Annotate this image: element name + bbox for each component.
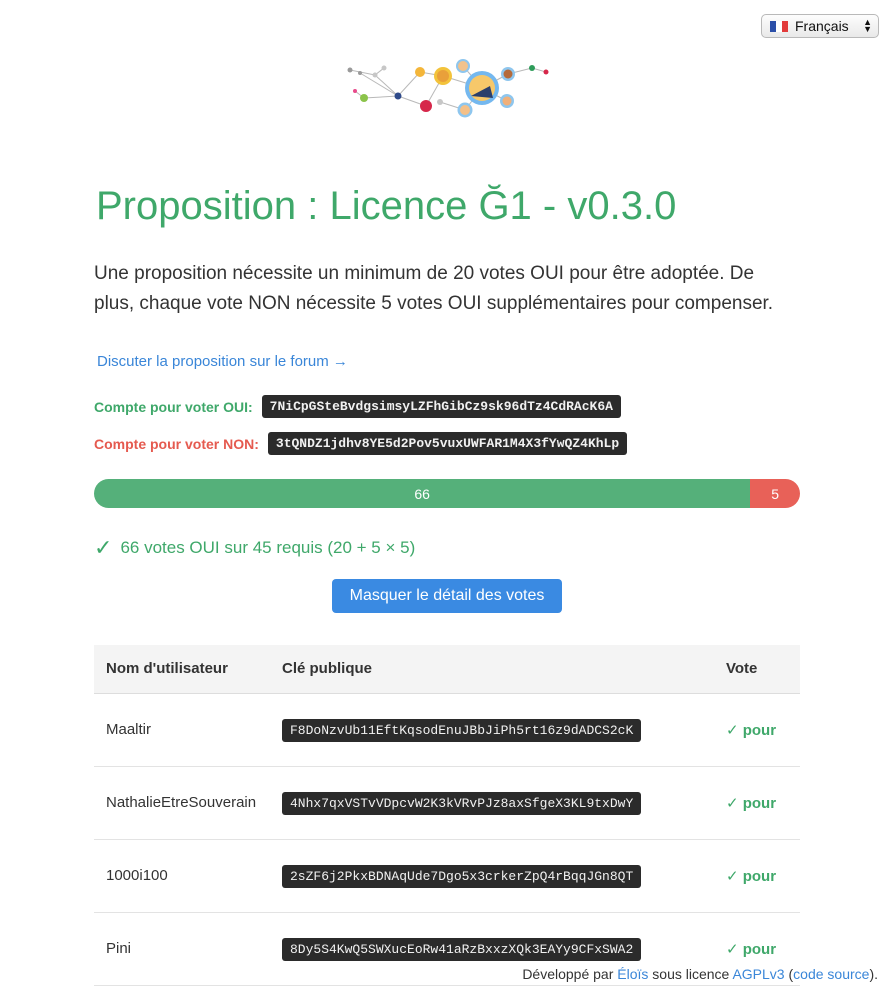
votes-table: Nom d'utilisateur Clé publique Vote Maal… (94, 645, 800, 986)
table-row: NathalieEtreSouverain 4Nhx7qxVSTvVDpcvW2… (94, 766, 800, 840)
row-username: Maaltir (94, 693, 270, 767)
yes-account-key[interactable]: 7NiCpGSteBvdgsimsyLZFhGibCz9sk96dTz4CdRA… (261, 395, 621, 418)
row-vote: ✓ pour (714, 766, 800, 840)
select-arrows-icon: ▲ ▼ (863, 17, 872, 34)
france-flag-icon (770, 20, 788, 32)
row-vote: ✓ pour (714, 839, 800, 913)
table-row: Maaltir F8DoNzvUb11EftKqsodEnuJBbJiPh5rt… (94, 693, 800, 767)
row-username: 1000i100 (94, 839, 270, 913)
no-account-key[interactable]: 3tQNDZ1jdhv8YE5d2Pov5vuxUWFAR1M4X3fYwQZ4… (267, 432, 628, 455)
footer-prefix: Développé par (522, 966, 614, 982)
vote-progress-bar: 66 5 (94, 479, 800, 508)
footer-middle: sous licence (652, 966, 730, 982)
intro-text: Une proposition nécessite un minimum de … (94, 263, 774, 314)
row-username: Pini (94, 912, 270, 986)
yes-account-row: Compte pour voter OUI: 7NiCpGSteBvdgsims… (94, 395, 621, 418)
check-icon: ✓ (94, 535, 113, 560)
table-row: 1000i100 2sZF6j2PkxBDNAqUde7Dgo5x3crkerZ… (94, 839, 800, 913)
row-username: NathalieEtreSouverain (94, 766, 270, 840)
footer-author-link[interactable]: Éloïs (617, 966, 648, 982)
page-title: Proposition : Licence Ğ1 - v0.3.0 (96, 184, 677, 228)
no-account-label: Compte pour voter NON: (94, 435, 259, 452)
votes-table-header: Nom d'utilisateur Clé publique Vote (94, 645, 800, 694)
header-vote: Vote (714, 645, 800, 694)
footer-source-link[interactable]: code source (793, 966, 869, 982)
row-public-key[interactable]: F8DoNzvUb11EftKqsodEnuJBbJiPh5rt16z9dADC… (282, 719, 642, 742)
progress-yes-segment: 66 (94, 479, 751, 508)
vote-result-text: 66 votes OUI sur 45 requis (20 + 5 × 5) (120, 538, 416, 557)
progress-no-segment: 5 (750, 479, 800, 508)
row-public-key[interactable]: 2sZF6j2PkxBDNAqUde7Dgo5x3crkerZpQ4rBqqJG… (282, 865, 642, 888)
network-logo (347, 59, 549, 118)
row-public-key[interactable]: 4Nhx7qxVSTvVDpcvW2K3kVRvPJz8axSfgeX3KL9t… (282, 792, 642, 815)
toggle-vote-details-button[interactable]: Masquer le détail des votes (332, 579, 562, 613)
footer-license-link[interactable]: AGPLv3 (732, 966, 784, 982)
vote-result: ✓ 66 votes OUI sur 45 requis (20 + 5 × 5… (94, 535, 415, 561)
footer-close: ). (869, 966, 878, 982)
header-public-key: Clé publique (270, 645, 714, 694)
footer: Développé par Éloïs sous licence AGPLv3 … (522, 966, 878, 982)
yes-account-label: Compte pour voter OUI: (94, 398, 253, 415)
header-username: Nom d'utilisateur (94, 645, 270, 694)
row-vote: ✓ pour (714, 693, 800, 767)
language-select[interactable]: Français ▲ ▼ (761, 14, 879, 38)
forum-link[interactable]: Discuter la proposition sur le forum → (97, 353, 348, 370)
row-public-key[interactable]: 8Dy5S4KwQ5SWXucEoRw41aRzBxxzXQk3EAYy9CFx… (282, 938, 642, 961)
language-select-value: Français (795, 18, 849, 34)
no-account-row: Compte pour voter NON: 3tQNDZ1jdhv8YE5d2… (94, 432, 628, 455)
